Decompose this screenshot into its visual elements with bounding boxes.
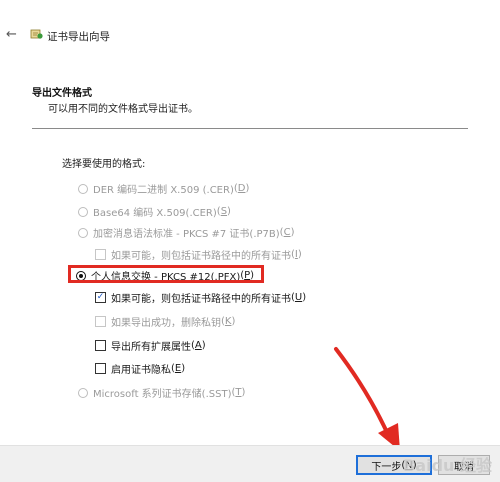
window-title: 证书导出向导 xyxy=(47,31,110,43)
radio-base64-indicator[interactable] xyxy=(78,206,88,217)
section-title: 导出文件格式 xyxy=(32,88,92,99)
checkbox-enable-privacy-mnemonic: E xyxy=(174,363,182,374)
checkbox-enable-privacy-box[interactable] xyxy=(95,363,106,374)
radio-p7b-label: 加密消息语法标准 - PKCS #7 证书(.P7B) xyxy=(93,229,280,240)
format-prompt: 选择要使用的格式: xyxy=(62,159,146,170)
highlight-annotation xyxy=(68,265,264,283)
checkbox-enable-privacy-label: 启用证书隐私 xyxy=(111,365,171,376)
annotation-arrow-icon xyxy=(334,347,400,451)
next-button-label: 下一步 xyxy=(371,461,402,473)
radio-der-indicator[interactable] xyxy=(78,183,88,194)
checkbox-delete-private-key-mnemonic: K xyxy=(224,316,232,327)
checkbox-delete-private-key-box[interactable] xyxy=(95,316,106,327)
checkbox-p7b-include-all-box[interactable] xyxy=(95,249,106,260)
watermark: Baidu 经验 xyxy=(403,456,492,475)
radio-p7b[interactable]: 加密消息语法标准 - PKCS #7 证书(.P7B)(C) xyxy=(78,225,294,240)
radio-der-mnemonic: D xyxy=(237,183,246,194)
radio-sst-label: Microsoft 系列证书存储(.SST) xyxy=(93,389,232,400)
radio-p7b-indicator[interactable] xyxy=(78,227,88,238)
checkbox-enable-privacy[interactable]: 启用证书隐私(E) xyxy=(95,361,185,376)
checkbox-export-ext-props[interactable]: 导出所有扩展属性(A) xyxy=(95,338,206,353)
radio-der-label: DER 编码二进制 X.509 (.CER) xyxy=(93,185,234,196)
checkbox-p7b-include-all-mnemonic: I xyxy=(294,249,298,260)
section-description: 可以用不同的文件格式导出证书。 xyxy=(48,104,198,115)
radio-base64-mnemonic: S xyxy=(220,206,228,217)
certificate-icon xyxy=(30,27,44,41)
radio-sst-mnemonic: T xyxy=(235,387,242,398)
back-arrow-icon[interactable]: ← xyxy=(6,28,20,42)
checkbox-pfx-include-all-mnemonic: U xyxy=(294,292,303,303)
checkbox-p7b-include-all[interactable]: 如果可能，则包括证书路径中的所有证书(I) xyxy=(95,247,302,262)
radio-p7b-mnemonic: C xyxy=(283,227,291,238)
checkbox-p7b-include-all-label: 如果可能，则包括证书路径中的所有证书 xyxy=(111,251,291,262)
checkbox-delete-private-key-label: 如果导出成功，删除私钥 xyxy=(111,318,221,329)
radio-der[interactable]: DER 编码二进制 X.509 (.CER)(D) xyxy=(78,181,249,196)
checkbox-export-ext-props-box[interactable] xyxy=(95,340,106,351)
checkbox-export-ext-props-label: 导出所有扩展属性 xyxy=(111,342,191,353)
radio-base64[interactable]: Base64 编码 X.509(.CER)(S) xyxy=(78,204,231,219)
checkbox-pfx-include-all-label: 如果可能，则包括证书路径中的所有证书 xyxy=(111,294,291,305)
checkbox-delete-private-key[interactable]: 如果导出成功，删除私钥(K) xyxy=(95,314,235,329)
checkbox-pfx-include-all[interactable]: ✓ 如果可能，则包括证书路径中的所有证书(U) xyxy=(95,290,306,305)
radio-base64-label: Base64 编码 X.509(.CER) xyxy=(93,208,217,219)
divider xyxy=(32,128,468,129)
checkbox-export-ext-props-mnemonic: A xyxy=(194,340,202,351)
radio-sst[interactable]: Microsoft 系列证书存储(.SST)(T) xyxy=(78,385,245,400)
checkbox-pfx-include-all-box[interactable]: ✓ xyxy=(95,292,106,303)
radio-sst-indicator[interactable] xyxy=(78,387,88,398)
